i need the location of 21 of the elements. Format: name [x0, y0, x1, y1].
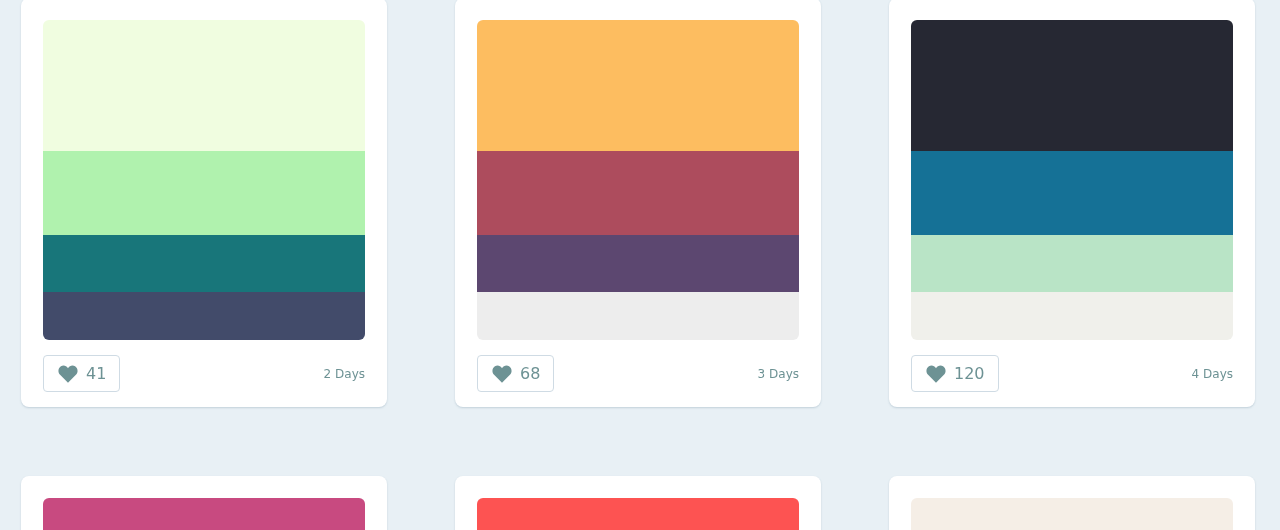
like-button[interactable]: 41	[43, 355, 121, 392]
color-swatch[interactable]	[477, 292, 799, 340]
like-button[interactable]: 68	[477, 355, 555, 392]
color-swatch[interactable]	[43, 235, 365, 292]
like-button[interactable]: 120	[911, 355, 999, 392]
heart-icon	[58, 364, 78, 383]
color-swatch[interactable]	[477, 20, 799, 151]
age-label: 3 Days	[757, 366, 799, 381]
color-swatch[interactable]	[911, 151, 1233, 235]
color-swatch[interactable]	[911, 292, 1233, 340]
age-label: 4 Days	[1191, 366, 1233, 381]
color-swatch[interactable]	[477, 151, 799, 235]
color-swatch[interactable]	[911, 20, 1233, 151]
color-swatch[interactable]	[911, 235, 1233, 292]
age-label: 2 Days	[323, 366, 365, 381]
color-swatch[interactable]	[477, 235, 799, 292]
heart-icon	[492, 364, 512, 383]
heart-icon	[926, 364, 946, 383]
color-swatch[interactable]	[43, 20, 365, 151]
color-swatch[interactable]	[43, 151, 365, 235]
color-swatch[interactable]	[43, 292, 365, 340]
